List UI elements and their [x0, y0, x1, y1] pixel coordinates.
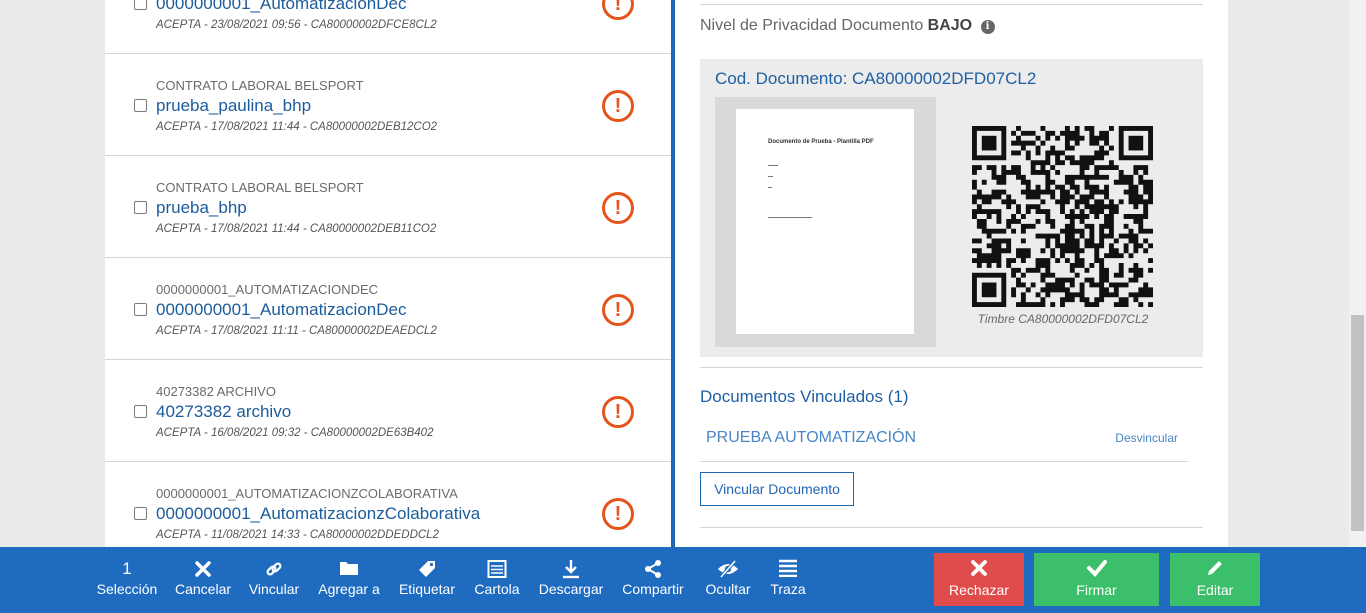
item-category: 40273382 ARCHIVO — [156, 384, 276, 399]
share-icon — [620, 559, 686, 579]
item-category: 0000000001_AUTOMATIZACIONDEC — [156, 282, 379, 297]
trace-label: Traza — [770, 581, 806, 597]
exclamation-circle-icon: ! — [602, 498, 634, 530]
list-icon — [766, 559, 810, 579]
exclamation-circle-icon: ! — [602, 0, 634, 20]
folder-icon — [316, 559, 382, 579]
cancel-button[interactable]: Cancelar — [173, 547, 233, 613]
download-label: Descargar — [538, 581, 604, 597]
qr-code-icon — [972, 126, 1153, 307]
list-item[interactable]: CONTRATO LABORAL BELSPORT prueba_paulina… — [105, 54, 671, 156]
document-list: 0000000001_AutomatizacionDec ACEPTA - 23… — [105, 0, 671, 547]
select-checkbox[interactable] — [134, 0, 147, 10]
document-code: Cod. Documento: CA80000002DFD07CL2 — [715, 69, 1037, 88]
document-thumbnail[interactable]: Documento de Prueba - Plantilla PDF — [715, 97, 936, 347]
item-meta: ACEPTA - 17/08/2021 11:11 - CA80000002DE… — [156, 325, 437, 337]
share-label: Compartir — [622, 581, 684, 597]
select-checkbox[interactable] — [134, 507, 147, 520]
linked-document-name[interactable]: PRUEBA AUTOMATIZACIÓN — [706, 429, 916, 447]
sign-label: Firmar — [1076, 582, 1117, 598]
document-preview-box: Cod. Documento: CA80000002DFD07CL2 Docum… — [700, 59, 1203, 357]
list-item[interactable]: CONTRATO LABORAL BELSPORT prueba_bhp ACE… — [105, 156, 671, 258]
close-icon — [173, 559, 233, 579]
exclamation-circle-icon: ! — [602, 192, 634, 224]
exclamation-circle-icon: ! — [602, 90, 634, 122]
eye-slash-icon — [700, 559, 756, 579]
item-title[interactable]: 0000000001_AutomatizacionzColaborativa — [156, 504, 480, 524]
exclamation-circle-icon: ! — [602, 294, 634, 326]
list-item[interactable]: 0000000001_AutomatizacionDec ACEPTA - 23… — [105, 0, 671, 54]
check-icon — [1034, 558, 1159, 580]
item-meta: ACEPTA - 17/08/2021 11:44 - CA80000002DE… — [156, 223, 437, 235]
add-to-button[interactable]: Agregar a — [316, 547, 382, 613]
item-title[interactable]: prueba_bhp — [156, 198, 247, 218]
select-checkbox[interactable] — [134, 99, 147, 112]
unlink-link[interactable]: Desvincular — [1115, 431, 1178, 445]
link-icon — [246, 559, 302, 579]
select-checkbox[interactable] — [134, 201, 147, 214]
pencil-icon — [1170, 558, 1260, 580]
reject-button[interactable]: Rechazar — [934, 553, 1024, 606]
list-item[interactable]: 0000000001_AUTOMATIZACIONDEC 0000000001_… — [105, 258, 671, 360]
selection-count: 1 — [122, 559, 132, 578]
item-meta: ACEPTA - 11/08/2021 14:33 - CA80000002DD… — [156, 529, 439, 541]
item-title[interactable]: 0000000001_AutomatizacionDec — [156, 300, 406, 320]
tag-label: Etiquetar — [398, 581, 456, 597]
list-alt-icon — [472, 559, 522, 579]
privacy-level: Nivel de Privacidad Documento BAJO i — [700, 17, 995, 35]
tag-icon — [396, 559, 458, 579]
info-icon[interactable]: i — [980, 20, 995, 34]
item-meta: ACEPTA - 23/08/2021 09:56 - CA80000002DF… — [156, 19, 437, 31]
thumbnail-title: Documento de Prueba - Plantilla PDF — [768, 139, 874, 145]
linked-documents-title: Documentos Vinculados (1) — [700, 387, 909, 406]
privacy-label: Nivel de Privacidad Documento — [700, 17, 924, 34]
select-checkbox[interactable] — [134, 303, 147, 316]
item-category: 0000000001_AUTOMATIZACIONZCOLABORATIVA — [156, 486, 458, 501]
add-to-label: Agregar a — [318, 581, 380, 597]
tag-button[interactable]: Etiquetar — [396, 547, 458, 613]
link-button[interactable]: Vincular — [246, 547, 302, 613]
cartola-button[interactable]: Cartola — [472, 547, 522, 613]
action-bar: 1 Selección Cancelar Vincular Agregar a … — [0, 547, 1366, 613]
divider — [700, 367, 1203, 368]
trace-button[interactable]: Traza — [766, 547, 810, 613]
selection-label: Selección — [96, 581, 158, 597]
item-meta: ACEPTA - 17/08/2021 11:44 - CA80000002DE… — [156, 121, 438, 133]
download-button[interactable]: Descargar — [536, 547, 606, 613]
cartola-label: Cartola — [474, 581, 520, 597]
cancel-label: Cancelar — [174, 581, 232, 597]
divider — [700, 527, 1203, 528]
exclamation-circle-icon: ! — [602, 396, 634, 428]
document-detail-panel: Nivel de Privacidad Documento BAJO i Cod… — [675, 0, 1228, 547]
item-title[interactable]: 40273382 archivo — [156, 402, 291, 422]
item-meta: ACEPTA - 16/08/2021 09:32 - CA80000002DE… — [156, 427, 434, 439]
item-category: CONTRATO LABORAL BELSPORT — [156, 180, 364, 195]
download-icon — [536, 559, 606, 579]
thumbnail-page: Documento de Prueba - Plantilla PDF — [736, 109, 914, 334]
reject-label: Rechazar — [949, 582, 1009, 598]
select-checkbox[interactable] — [134, 405, 147, 418]
edit-label: Editar — [1196, 582, 1234, 598]
link-document-button[interactable]: Vincular Documento — [700, 472, 854, 506]
share-button[interactable]: Compartir — [620, 547, 686, 613]
stamp-caption: Timbre CA80000002DFD07CL2 — [977, 312, 1149, 326]
list-item[interactable]: 0000000001_AUTOMATIZACIONZCOLABORATIVA 0… — [105, 462, 671, 547]
item-category: CONTRATO LABORAL BELSPORT — [156, 78, 364, 93]
item-title[interactable]: 0000000001_AutomatizacionDec — [156, 0, 406, 14]
privacy-value: BAJO — [927, 17, 973, 34]
selection-counter: 1 Selección — [95, 547, 159, 613]
divider — [700, 4, 1203, 5]
edit-button[interactable]: Editar — [1170, 553, 1260, 606]
linked-document-row: PRUEBA AUTOMATIZACIÓN Desvincular — [700, 420, 1188, 462]
link-label: Vincular — [248, 581, 300, 597]
scrollbar-thumb[interactable] — [1351, 315, 1364, 531]
item-title[interactable]: prueba_paulina_bhp — [156, 96, 311, 116]
sign-button[interactable]: Firmar — [1034, 553, 1159, 606]
hide-label: Ocultar — [705, 581, 751, 597]
hide-button[interactable]: Ocultar — [700, 547, 756, 613]
close-icon — [934, 558, 1024, 580]
list-item[interactable]: 40273382 ARCHIVO 40273382 archivo ACEPTA… — [105, 360, 671, 462]
